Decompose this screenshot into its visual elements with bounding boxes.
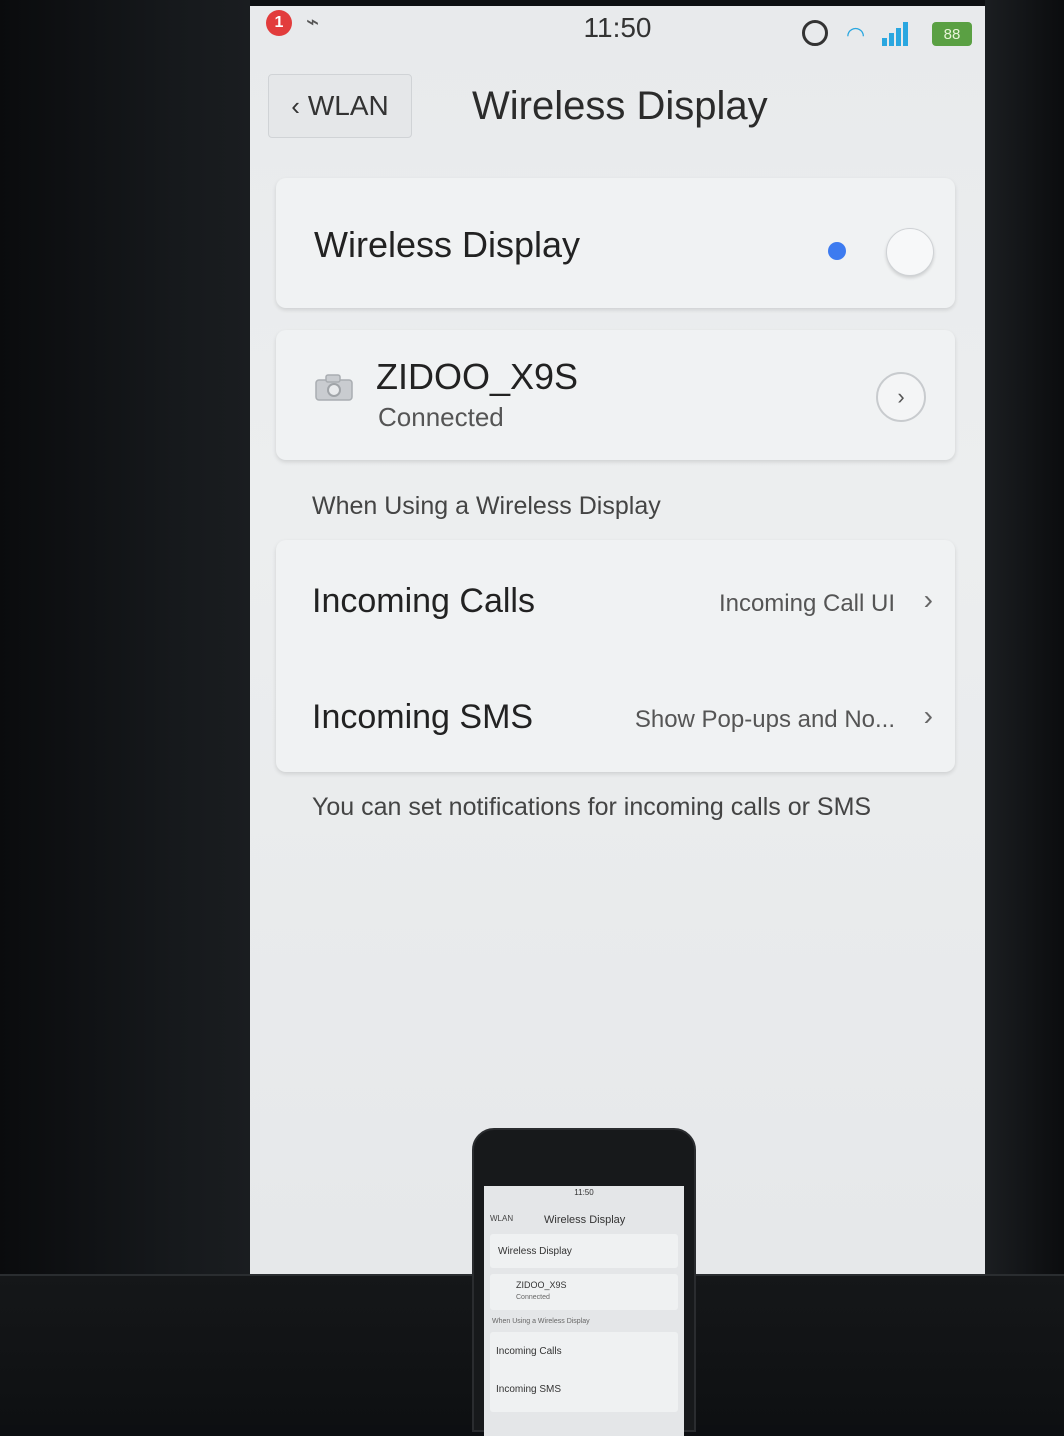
chevron-right-icon: ›: [923, 584, 933, 615]
phone-toggle-label: Wireless Display: [498, 1246, 572, 1257]
back-button-label: WLAN: [307, 90, 389, 121]
incoming-calls-value: Incoming Call UI: [718, 590, 895, 617]
section-header: When Using a Wireless Display: [312, 492, 661, 520]
device-name: ZIDOO_X9S: [376, 356, 579, 397]
battery-indicator: 88: [932, 22, 972, 46]
incoming-sms-label: Incoming SMS: [312, 698, 534, 736]
phone-calls-label: Incoming Calls: [496, 1346, 562, 1357]
status-time: 11:50: [583, 12, 652, 43]
incoming-sms-row[interactable]: Incoming SMS Show Pop-ups and No... ›: [276, 656, 955, 772]
toggle-on-indicator: [828, 242, 846, 260]
phone-device: 11:50 WLAN Wireless Display Wireless Dis…: [472, 1128, 696, 1436]
chevron-left-icon: ‹: [291, 90, 300, 121]
phone-back-label: WLAN: [490, 1214, 514, 1223]
phone-device-status: Connected: [516, 1294, 550, 1301]
phone-screen-mirror: 11:50 WLAN Wireless Display Wireless Dis…: [484, 1186, 684, 1436]
camera-icon: [315, 374, 353, 401]
notification-settings-card: Incoming Calls Incoming Call UI › Incomi…: [276, 540, 955, 772]
signal-icon: [882, 20, 908, 46]
chevron-right-icon: ›: [897, 384, 905, 409]
incoming-sms-value: Show Pop-ups and No...: [634, 706, 895, 733]
wireless-display-toggle-row[interactable]: Wireless Display: [276, 178, 955, 308]
tv-bezel-left: [0, 0, 250, 1423]
phone-sms-label: Incoming SMS: [496, 1384, 562, 1395]
tv-screen: 1 ⌁ 11:50 ◠ 88 ‹ WLAN Wireless Display W…: [250, 6, 985, 1274]
incoming-calls-row[interactable]: Incoming Calls Incoming Call UI ›: [276, 540, 955, 656]
phone-status-time: 11:50: [574, 1188, 594, 1197]
phone-device-name: ZIDOO_X9S: [516, 1280, 567, 1290]
device-status: Connected: [378, 402, 504, 432]
back-button[interactable]: ‹ WLAN: [268, 74, 412, 138]
chevron-right-icon: ›: [923, 700, 933, 731]
tv-bezel-right: [985, 0, 1064, 1423]
status-bar: 1 ⌁ 11:50 ◠ 88: [250, 6, 985, 54]
phone-section-header: When Using a Wireless Display: [492, 1318, 590, 1325]
device-row[interactable]: ZIDOO_X9S Connected ›: [276, 330, 955, 460]
device-detail-button[interactable]: ›: [876, 372, 926, 422]
alarm-icon: [802, 20, 828, 46]
wifi-icon: ◠: [846, 22, 866, 47]
phone-toggle-card: Wireless Display: [490, 1234, 678, 1268]
wireless-display-switch[interactable]: [886, 228, 934, 276]
page-title: Wireless Display: [472, 84, 768, 128]
phone-settings-card: Incoming Calls Incoming SMS: [490, 1332, 678, 1412]
wireless-display-toggle-label: Wireless Display: [314, 224, 581, 265]
phone-device-card: ZIDOO_X9S Connected: [490, 1274, 678, 1310]
footer-note: You can set notifications for incoming c…: [312, 793, 872, 821]
phone-page-title: Wireless Display: [544, 1214, 626, 1226]
incoming-calls-label: Incoming Calls: [312, 582, 535, 620]
